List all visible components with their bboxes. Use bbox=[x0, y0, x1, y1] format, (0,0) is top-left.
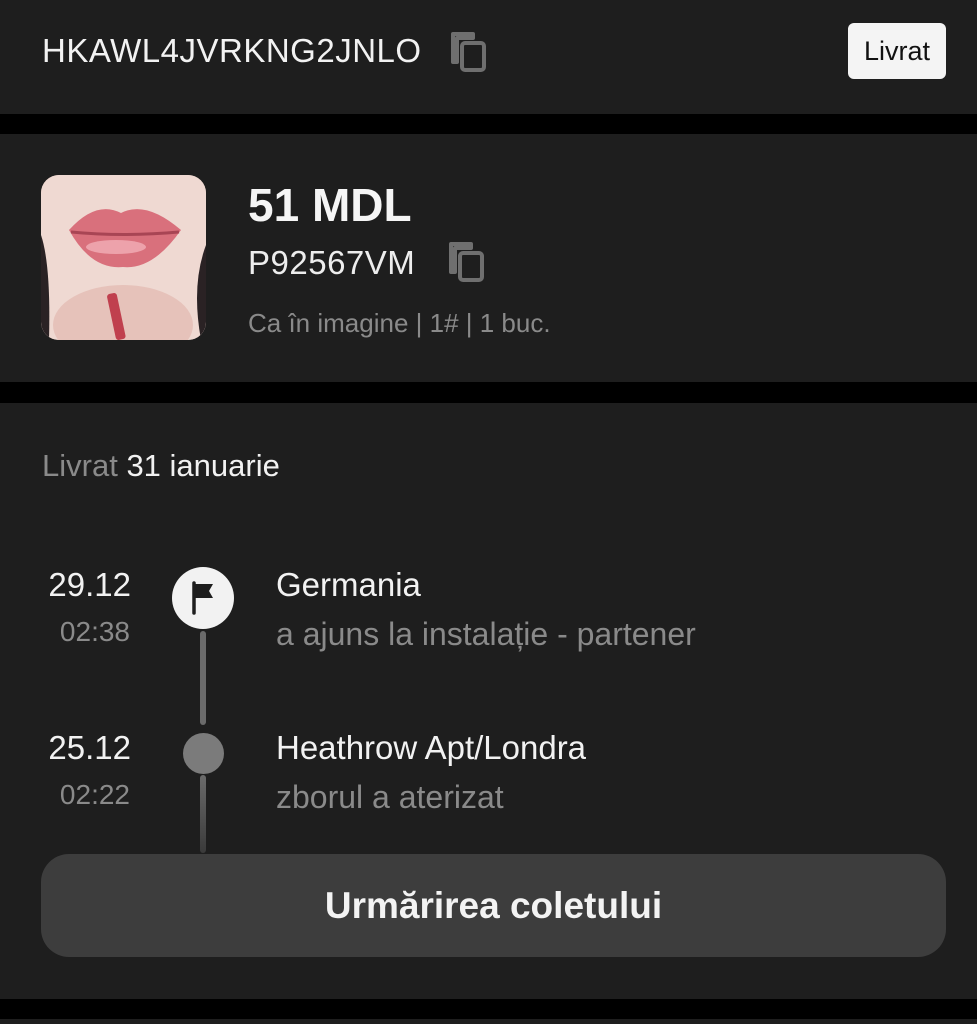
event-description: a ajuns la instalație - partener bbox=[276, 616, 696, 652]
delivery-summary: Livrat 31 ianuarie bbox=[42, 448, 280, 484]
copy-icon bbox=[451, 32, 486, 72]
tracking-card: Livrat 31 ianuarie 29.12 02:38 Germania … bbox=[0, 403, 977, 999]
flag-icon bbox=[172, 567, 234, 629]
order-header: HKAWL4JVRKNG2JNLO Livrat bbox=[0, 0, 977, 114]
product-price: 51 MDL bbox=[248, 179, 412, 231]
event-date: 25.12 bbox=[48, 729, 131, 766]
lip-gloss-image bbox=[41, 175, 206, 340]
timeline-event: 29.12 02:38 Germania a ajuns la instalaț… bbox=[0, 566, 977, 686]
product-thumbnail[interactable] bbox=[41, 175, 206, 340]
event-location: Heathrow Apt/Londra bbox=[276, 729, 587, 766]
status-badge: Livrat bbox=[847, 23, 946, 79]
event-location: Germania bbox=[276, 566, 421, 603]
product-card[interactable]: 51 MDL P92567VM Ca în imagine | 1# | 1 b… bbox=[0, 134, 977, 382]
copy-sku-icon[interactable] bbox=[447, 240, 487, 284]
product-sku: P92567VM bbox=[248, 244, 416, 281]
copy-icon bbox=[449, 242, 484, 282]
track-package-button[interactable]: Urmărirea coletului bbox=[41, 854, 946, 957]
timeline-event: 25.12 02:22 Heathrow Apt/Londra zborul a… bbox=[0, 729, 977, 849]
product-variant: Ca în imagine | 1# | 1 buc. bbox=[248, 308, 551, 338]
event-description: zborul a aterizat bbox=[276, 779, 504, 815]
delivered-label: Livrat bbox=[42, 448, 118, 483]
next-card-edge bbox=[0, 1019, 977, 1024]
event-time: 02:22 bbox=[59, 779, 130, 810]
copy-order-id-icon[interactable] bbox=[449, 30, 489, 74]
event-time: 02:38 bbox=[59, 616, 130, 647]
order-id: HKAWL4JVRKNG2JNLO bbox=[42, 32, 422, 69]
event-date: 29.12 bbox=[48, 566, 131, 603]
dot-icon bbox=[183, 733, 224, 774]
delivered-date: 31 ianuarie bbox=[126, 448, 280, 483]
